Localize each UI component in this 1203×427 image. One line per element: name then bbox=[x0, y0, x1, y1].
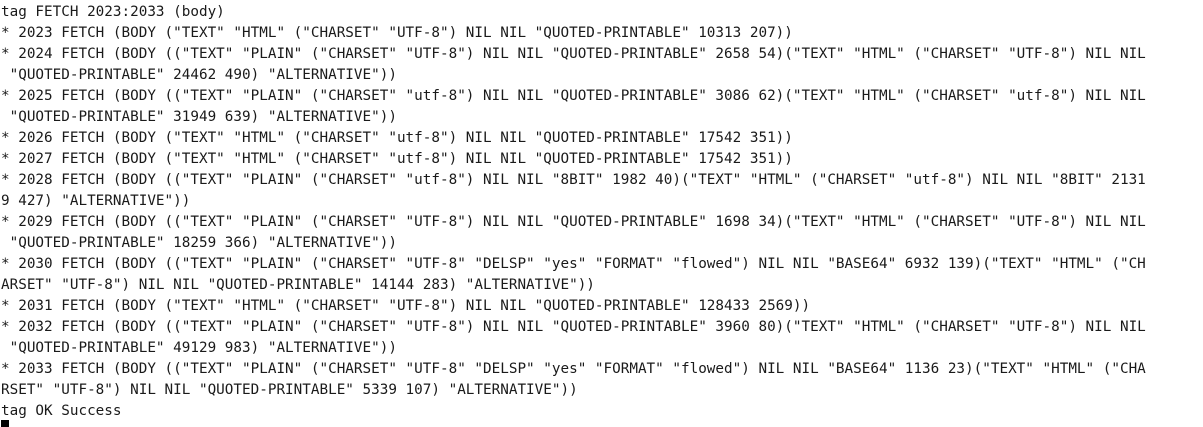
terminal-line-2030: * 2030 FETCH (BODY (("TEXT" "PLAIN" ("CH… bbox=[1, 256, 1146, 272]
terminal-line-2030-cont: ARSET" "UTF-8") NIL NIL "QUOTED-PRINTABL… bbox=[1, 277, 595, 293]
terminal-line-2028-cont: 9 427) "ALTERNATIVE")) bbox=[1, 193, 191, 209]
terminal-line-2032-cont: "QUOTED-PRINTABLE" 49129 983) "ALTERNATI… bbox=[1, 340, 397, 356]
terminal-line-2026: * 2026 FETCH (BODY ("TEXT" "HTML" ("CHAR… bbox=[1, 130, 793, 146]
terminal-line-2027: * 2027 FETCH (BODY ("TEXT" "HTML" ("CHAR… bbox=[1, 151, 793, 167]
terminal-line-status: tag OK Success bbox=[1, 403, 122, 419]
terminal-line-2029-cont: "QUOTED-PRINTABLE" 18259 366) "ALTERNATI… bbox=[1, 235, 397, 251]
terminal-line-2029: * 2029 FETCH (BODY (("TEXT" "PLAIN" ("CH… bbox=[1, 214, 1146, 230]
terminal-line-2033: * 2033 FETCH (BODY (("TEXT" "PLAIN" ("CH… bbox=[1, 361, 1146, 377]
terminal-line-2023: * 2023 FETCH (BODY ("TEXT" "HTML" ("CHAR… bbox=[1, 25, 793, 41]
terminal-line-2025: * 2025 FETCH (BODY (("TEXT" "PLAIN" ("CH… bbox=[1, 88, 1146, 104]
terminal-line-2031: * 2031 FETCH (BODY ("TEXT" "HTML" ("CHAR… bbox=[1, 298, 811, 314]
terminal-line-2024: * 2024 FETCH (BODY (("TEXT" "PLAIN" ("CH… bbox=[1, 46, 1146, 62]
terminal-line-2025-cont: "QUOTED-PRINTABLE" 31949 639) "ALTERNATI… bbox=[1, 109, 397, 125]
terminal-line-2024-cont: "QUOTED-PRINTABLE" 24462 490) "ALTERNATI… bbox=[1, 67, 397, 83]
text-cursor bbox=[1, 420, 9, 427]
terminal-line-2028: * 2028 FETCH (BODY (("TEXT" "PLAIN" ("CH… bbox=[1, 172, 1146, 188]
terminal-window[interactable]: tag FETCH 2023:2033 (body) * 2023 FETCH … bbox=[0, 0, 1203, 427]
terminal-line-2032: * 2032 FETCH (BODY (("TEXT" "PLAIN" ("CH… bbox=[1, 319, 1146, 335]
terminal-line-2033-cont: RSET" "UTF-8") NIL NIL "QUOTED-PRINTABLE… bbox=[1, 382, 578, 398]
terminal-line-command: tag FETCH 2023:2033 (body) bbox=[1, 4, 225, 20]
